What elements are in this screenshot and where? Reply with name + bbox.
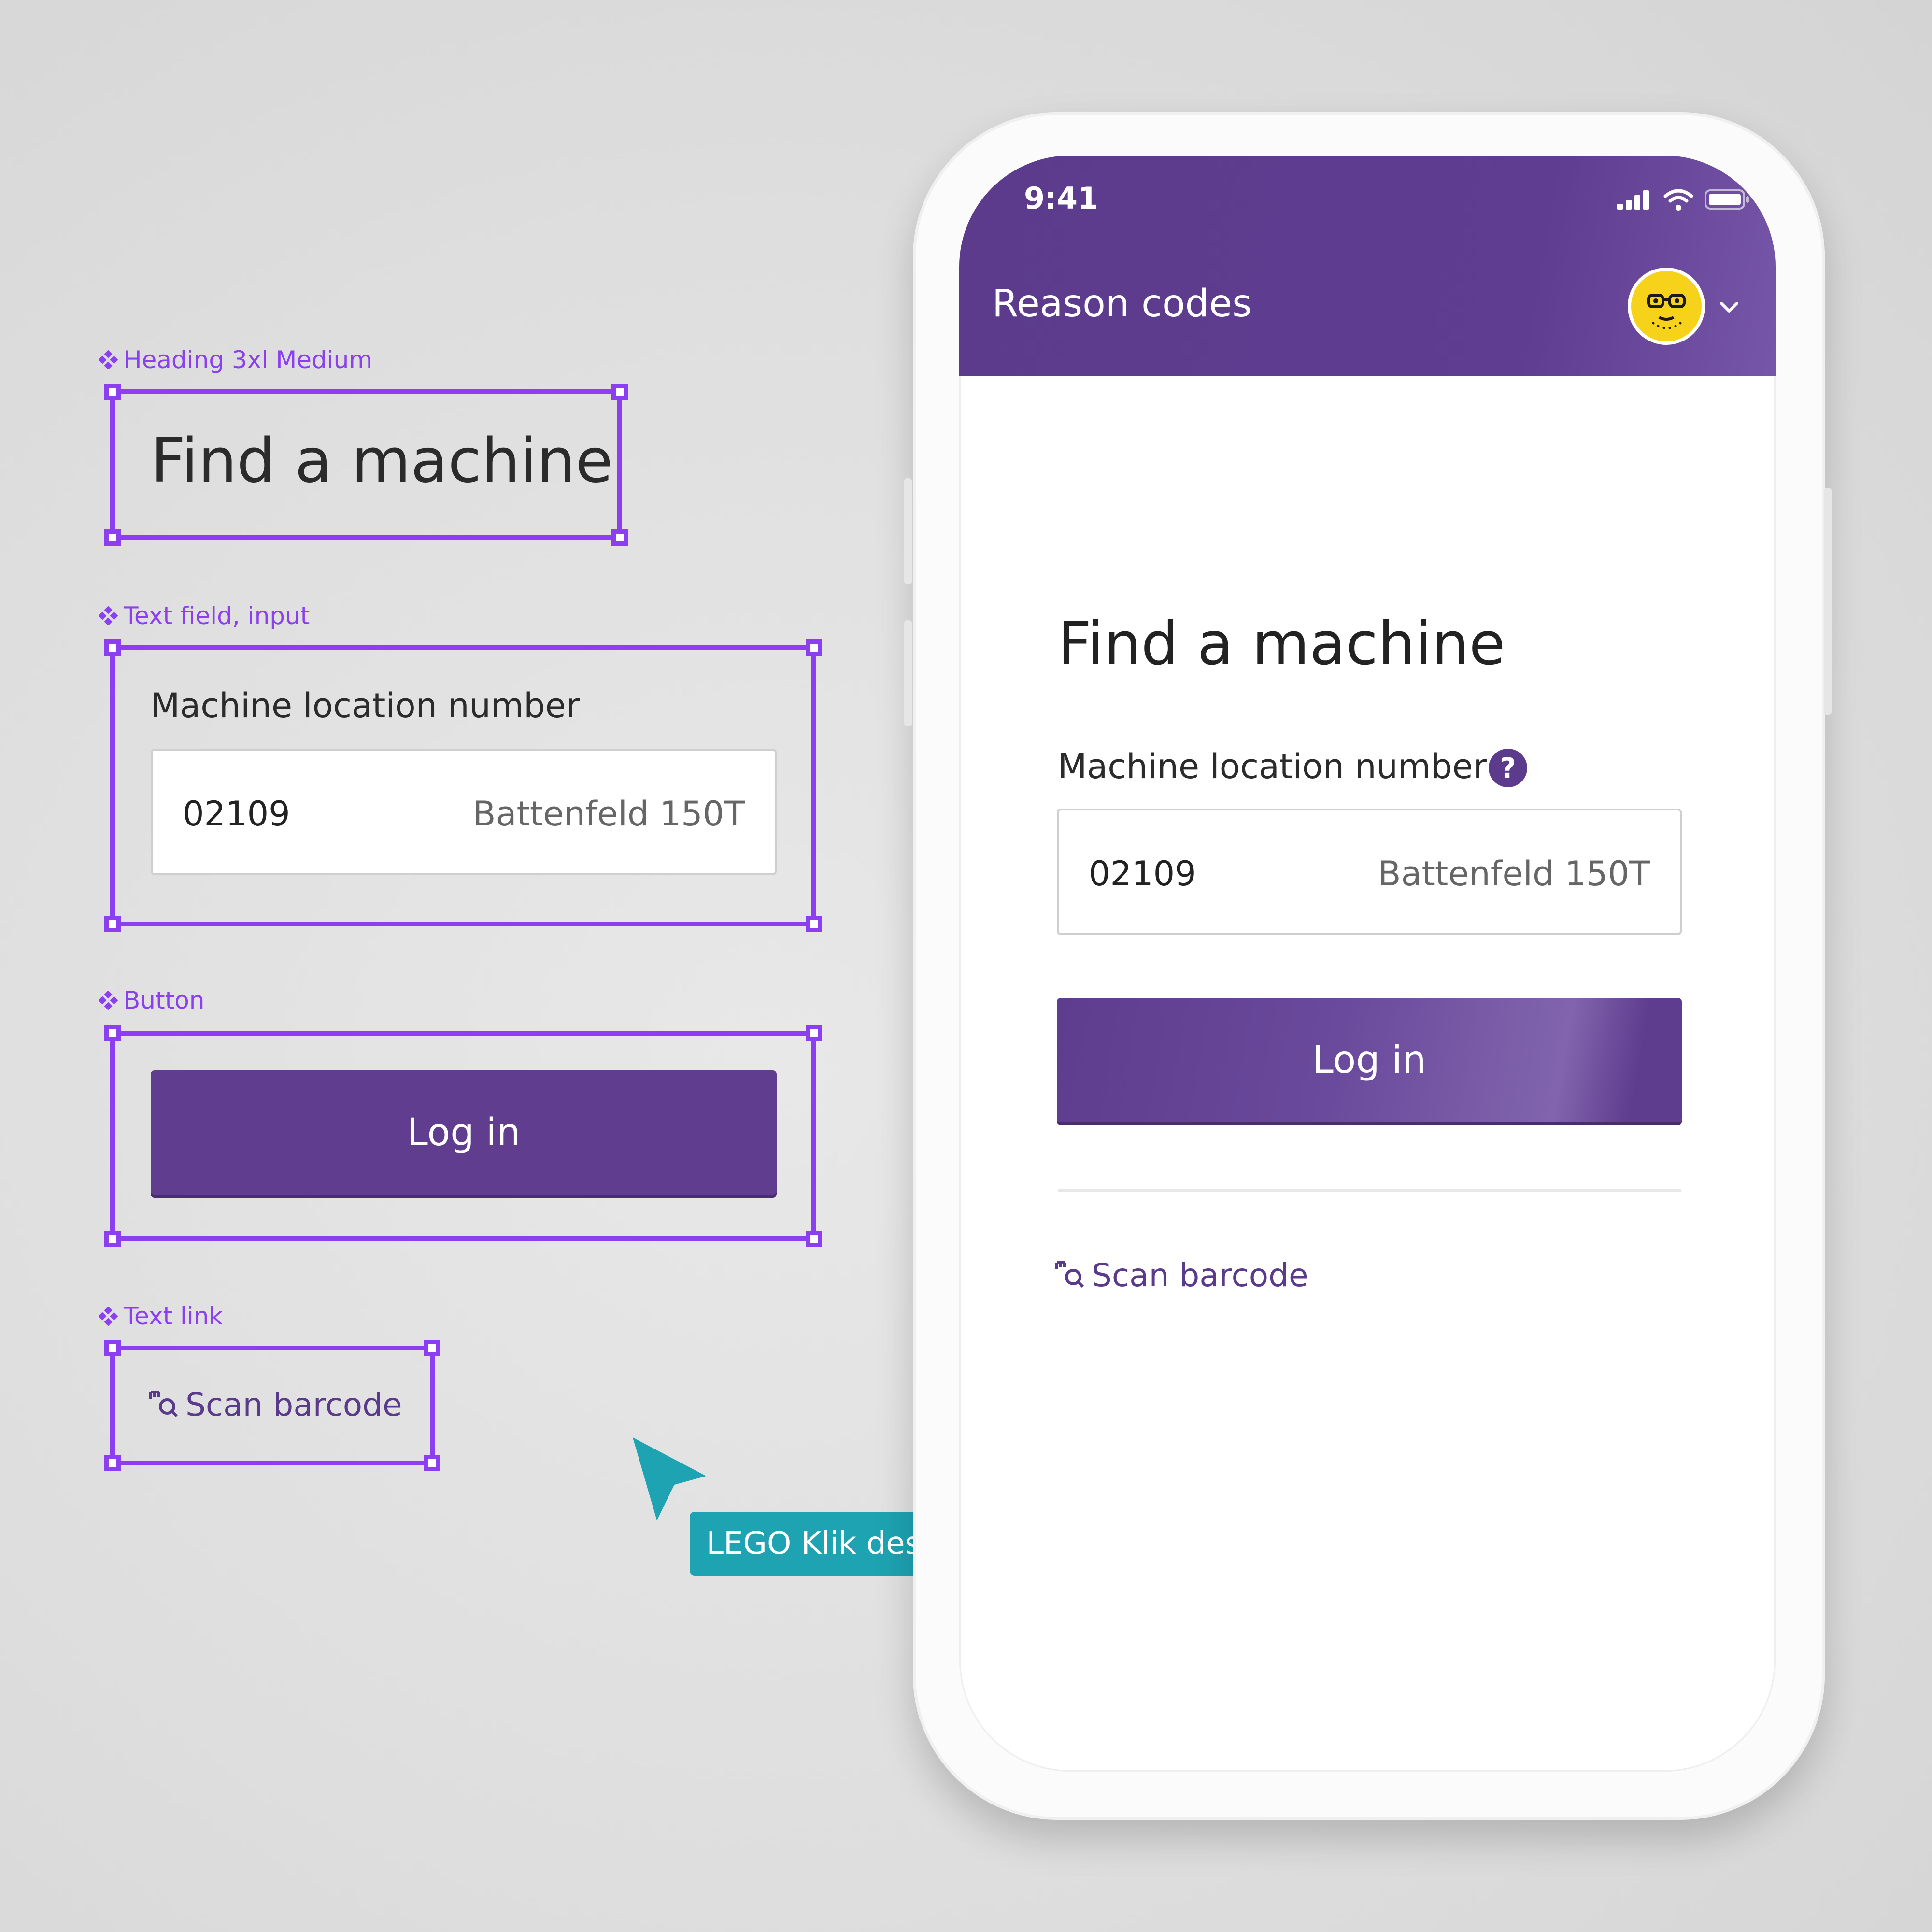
divider <box>1058 1189 1681 1192</box>
spec-label-button-text: Button <box>124 986 205 1014</box>
component-icon <box>99 606 118 625</box>
chevron-down-icon[interactable] <box>1718 296 1741 319</box>
scan-barcode-label: Scan barcode <box>1092 1257 1308 1294</box>
app-title: Reason codes <box>992 282 1252 326</box>
wifi-icon <box>1663 189 1693 211</box>
spec-input-hint: Battenfeld 150T <box>472 794 745 834</box>
spec-heading: Find a machine <box>151 425 613 496</box>
machine-name-hint: Battenfeld 150T <box>1378 854 1650 894</box>
machine-location-label: Machine location number <box>1058 747 1487 786</box>
spec-label-heading-text: Heading 3xl Medium <box>124 346 373 374</box>
component-icon <box>99 350 118 369</box>
login-button[interactable]: Log in <box>1057 998 1682 1122</box>
component-icon <box>99 991 118 1010</box>
spec-label-button: Button <box>99 986 204 1014</box>
spec-scan-barcode-link[interactable]: Scan barcode <box>149 1386 402 1423</box>
scan-barcode-icon <box>1055 1261 1084 1288</box>
avatar-icon <box>1647 294 1686 329</box>
scan-barcode-link[interactable]: Scan barcode <box>1055 1257 1308 1294</box>
page-title: Find a machine <box>1058 610 1506 678</box>
spec-login-button[interactable]: Log in <box>151 1070 777 1195</box>
spec-label-textfield-text: Text field, input <box>124 602 310 630</box>
app-header: 9:41 Reason codes <box>959 156 1776 376</box>
machine-location-value: 02109 <box>1089 854 1196 894</box>
avatar[interactable] <box>1628 268 1705 345</box>
phone-screen: 9:41 Reason codes Find a machine Machine… <box>959 156 1776 1772</box>
spec-input-field[interactable]: 02109 Battenfeld 150T <box>151 749 777 875</box>
phone-power-button <box>1824 488 1832 715</box>
spec-label-textlink-text: Text link <box>124 1302 223 1330</box>
spec-label-heading: Heading 3xl Medium <box>99 346 372 374</box>
spec-scan-barcode-label: Scan barcode <box>185 1386 402 1423</box>
component-icon <box>99 1307 118 1326</box>
battery-icon <box>1705 189 1749 210</box>
phone-side-button <box>904 478 912 584</box>
phone-side-button <box>904 620 912 726</box>
status-icons <box>1616 187 1750 212</box>
spec-label-textlink: Text link <box>99 1302 223 1330</box>
status-time: 9:41 <box>1024 181 1099 216</box>
help-icon[interactable]: ? <box>1489 749 1527 787</box>
spec-input-value: 02109 <box>183 794 290 834</box>
spec-field-label: Machine location number <box>151 686 580 725</box>
scan-barcode-icon <box>149 1390 178 1417</box>
signal-icon <box>1617 190 1649 210</box>
spec-label-textfield: Text field, input <box>99 602 310 630</box>
machine-location-input[interactable]: 02109 Battenfeld 150T <box>1057 809 1682 935</box>
